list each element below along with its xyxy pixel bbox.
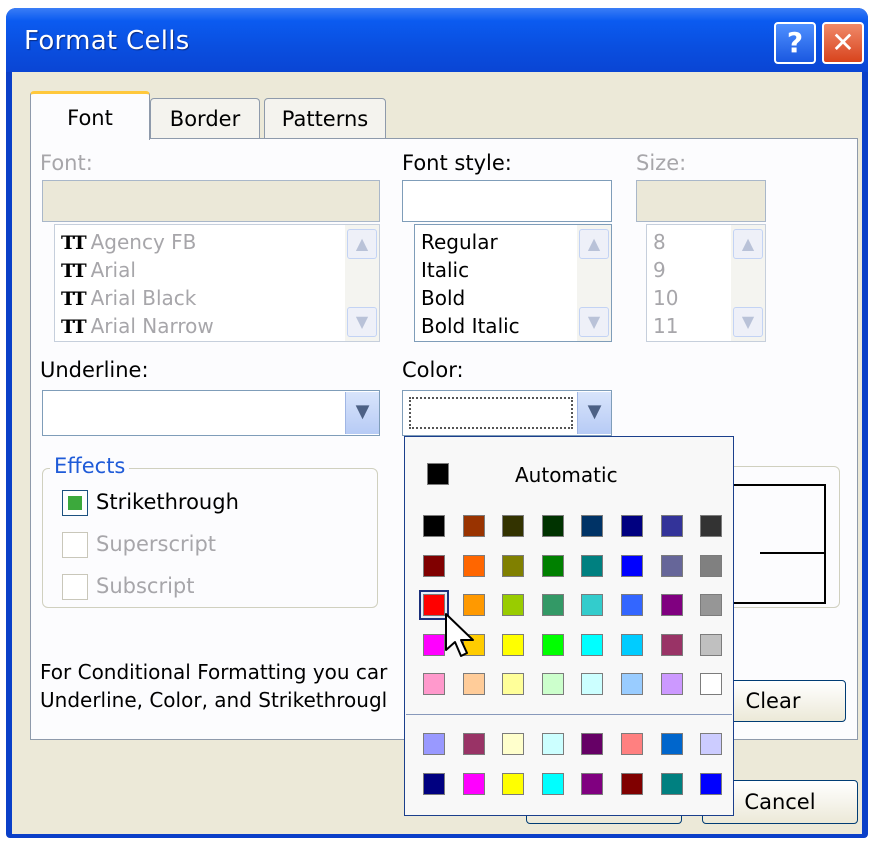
size-item[interactable]: 11 [653,312,678,340]
color-swatch [423,733,445,755]
font-style-scrollbar[interactable]: ▲ ▼ [577,225,611,341]
color-swatch-option[interactable] [577,729,607,759]
font-input[interactable] [42,180,380,222]
color-swatch-option[interactable] [657,769,687,799]
color-swatch [502,773,525,795]
effects-label: Effects [50,454,130,478]
color-swatch-option[interactable] [459,729,489,759]
font-style-item-bold[interactable]: Bold [421,284,465,312]
font-list-item[interactable]: TT Arial Black [61,284,196,313]
superscript-label[interactable]: Superscript [96,532,216,556]
font-list-item[interactable]: TT Agency FB [61,228,196,257]
underline-dropdown[interactable]: ▼ [42,390,380,436]
font-style-list[interactable]: Regular Italic Bold Bold Italic ▲ ▼ [414,224,612,342]
color-swatch [581,773,604,795]
font-style-label: Font style: [402,151,512,175]
color-swatch-option[interactable] [419,729,449,759]
color-swatch [581,733,604,755]
strikethrough-label[interactable]: Strikethrough [96,490,239,514]
size-list[interactable]: 8 9 10 11 ▲ ▼ [646,224,766,342]
preview-box [734,484,826,604]
color-swatch-option[interactable] [657,729,687,759]
font-style-input[interactable] [402,180,612,222]
color-swatch [462,733,485,755]
underline-label: Underline: [40,358,149,382]
help-button[interactable]: ? [774,22,816,64]
subscript-checkbox[interactable] [62,574,88,600]
palette-separator [406,714,732,715]
scroll-down-icon[interactable]: ▼ [733,307,763,337]
scroll-up-icon[interactable]: ▲ [579,229,609,259]
color-swatch [700,773,723,795]
color-swatch-option[interactable] [696,729,726,759]
font-style-item-italic[interactable]: Italic [421,256,469,284]
truetype-font-icon: TT [61,316,87,338]
subscript-label[interactable]: Subscript [96,574,195,598]
color-swatch-option[interactable] [696,769,726,799]
color-swatch [541,773,564,795]
chevron-down-icon[interactable]: ▼ [345,392,379,434]
truetype-font-icon: TT [61,288,87,310]
mouse-cursor-icon [445,613,474,657]
size-input[interactable] [636,180,766,222]
help-icon: ? [786,26,804,59]
size-item[interactable]: 10 [653,284,678,312]
color-swatch-option[interactable] [498,769,528,799]
color-swatch [621,733,643,755]
color-swatch-option[interactable] [577,769,607,799]
size-list-scrollbar[interactable]: ▲ ▼ [731,225,765,341]
superscript-checkbox[interactable] [62,532,88,558]
color-swatch-option[interactable] [498,729,528,759]
color-swatch [660,773,683,795]
color-dropdown[interactable]: ▼ [402,390,612,436]
font-list-scrollbar[interactable]: ▲ ▼ [345,225,379,341]
size-label: Size: [636,151,687,175]
scroll-up-icon[interactable]: ▲ [733,229,763,259]
color-swatch [462,773,485,795]
color-swatch-option[interactable] [459,769,489,799]
font-style-item-regular[interactable]: Regular [421,228,498,256]
font-style-item-bold-italic[interactable]: Bold Italic [421,312,520,340]
strikethrough-checkbox[interactable] [62,490,88,516]
preview-strike-line [760,552,826,554]
color-swatch-option[interactable] [617,729,647,759]
close-button[interactable]: ✕ [822,22,864,64]
color-value-swatch [409,397,573,429]
truetype-font-icon: TT [61,260,87,282]
font-list-item[interactable]: TT Arial Narrow [61,312,214,341]
font-label: Font: [40,151,93,175]
color-swatch [700,733,723,755]
color-swatch-option[interactable] [617,769,647,799]
conditional-format-note-line2: Underline, Color, and Strikethrougl [40,688,388,712]
color-label: Color: [402,358,464,382]
truetype-font-icon: TT [61,232,87,254]
chevron-down-icon[interactable]: ▼ [577,392,611,434]
tab-border[interactable]: Border [150,98,260,138]
color-swatch-option[interactable] [538,769,568,799]
color-swatch [660,733,683,755]
color-swatch [423,773,445,795]
color-swatch [541,733,564,755]
tab-font[interactable]: Font [30,91,150,140]
color-swatch [621,773,643,795]
font-list-item[interactable]: TT Arial [61,256,136,285]
size-item[interactable]: 9 [653,256,666,284]
close-icon: ✕ [831,26,855,59]
conditional-format-note-line1: For Conditional Formatting you car [40,660,388,684]
scroll-down-icon[interactable]: ▼ [579,307,609,337]
color-swatch [502,733,525,755]
indeterminate-mark-icon [68,496,82,510]
color-swatch-option[interactable] [538,729,568,759]
tab-patterns[interactable]: Patterns [264,98,386,138]
color-swatch-option[interactable] [419,769,449,799]
size-item[interactable]: 8 [653,228,666,256]
font-list[interactable]: TT Agency FB TT Arial TT Arial Black TT Aria… [54,224,380,342]
dialog-title: Format Cells [24,26,190,56]
scroll-down-icon[interactable]: ▼ [347,307,377,337]
scroll-up-icon[interactable]: ▲ [347,229,377,259]
